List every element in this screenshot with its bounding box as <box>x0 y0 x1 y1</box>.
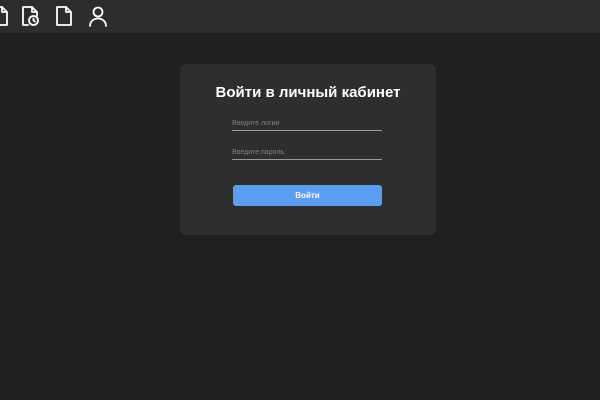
login-card: Войти в личный кабинет Войти <box>180 64 436 235</box>
document-edit-icon[interactable] <box>0 4 12 28</box>
login-title: Войти в личный кабинет <box>215 84 401 101</box>
document-icon[interactable] <box>52 4 76 28</box>
password-input[interactable] <box>232 146 382 160</box>
login-button[interactable]: Войти <box>233 185 382 206</box>
user-icon[interactable] <box>86 4 110 28</box>
top-nav-bar <box>0 0 600 33</box>
login-input[interactable] <box>232 117 382 131</box>
document-clock-icon[interactable] <box>18 4 42 28</box>
